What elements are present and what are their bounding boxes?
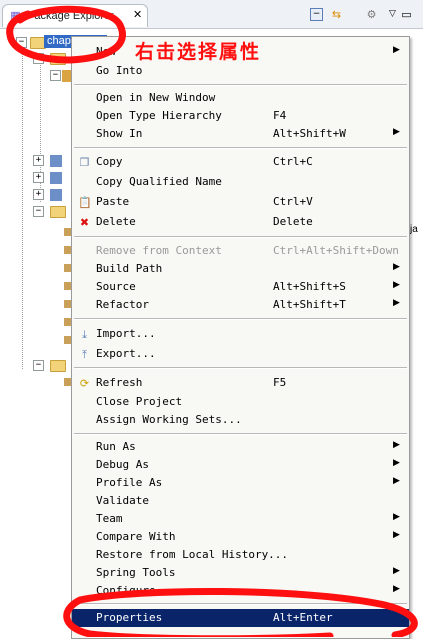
submenu-arrow-icon: ▶ — [393, 127, 400, 137]
menu-separator — [74, 603, 407, 605]
submenu-arrow-icon: ▶ — [393, 298, 400, 308]
library-icon — [50, 172, 62, 184]
menu-item-remove-from-context: Remove from Context Ctrl+Alt+Shift+Down — [96, 244, 399, 257]
menu-item-import[interactable]: ⤓ Import... — [72, 325, 409, 343]
menu-item-paste[interactable]: 📋 Paste Ctrl+V — [72, 193, 409, 211]
submenu-arrow-icon: ▶ — [393, 440, 400, 450]
submenu-arrow-icon: ▶ — [393, 262, 400, 272]
close-tab-icon[interactable]: ✕ — [133, 8, 142, 21]
partial-editor-text: ja — [410, 224, 418, 235]
link-with-editor-icon[interactable]: ⇆ — [330, 8, 343, 21]
menu-item-build-path[interactable]: Build Path ▶ — [72, 260, 409, 278]
tree-expander[interactable]: − — [33, 206, 44, 217]
submenu-arrow-icon: ▶ — [393, 45, 400, 55]
menu-item-validate[interactable]: Validate — [72, 492, 409, 510]
view-menu-icon[interactable]: ⚙ — [365, 8, 378, 21]
minimize-icon[interactable]: ▭ — [400, 8, 413, 21]
menu-separator — [74, 84, 407, 86]
tree-expander[interactable]: − — [33, 53, 44, 64]
menu-item-export[interactable]: ⤒ Export... — [72, 345, 409, 363]
menu-item-copy-qualified-name[interactable]: Copy Qualified Name — [72, 173, 409, 191]
library-icon — [50, 155, 62, 167]
export-icon: ⤒ — [82, 348, 87, 361]
menu-item-show-in[interactable]: Show In Alt+Shift+W ▶ — [72, 125, 409, 143]
package-explorer-tab[interactable]: ▦ Package Explorer ✕ — [2, 4, 148, 27]
submenu-arrow-icon: ▶ — [393, 530, 400, 540]
import-icon: ⤓ — [82, 328, 87, 341]
annotation-text: 右击选择属性 — [135, 41, 262, 63]
paste-icon: 📋 — [78, 196, 92, 209]
tree-expander[interactable]: + — [33, 189, 44, 200]
menu-item-copy[interactable]: ❐ Copy Ctrl+C — [72, 153, 409, 171]
menu-item-close-project[interactable]: Close Project — [72, 393, 409, 411]
collapse-all-icon[interactable]: − — [310, 8, 323, 21]
tree-expander[interactable]: − — [50, 70, 61, 81]
library-icon — [50, 189, 62, 201]
folder-icon — [50, 206, 66, 218]
source-folder-icon — [50, 53, 66, 65]
menu-item-restore-from-local-history[interactable]: Restore from Local History... — [72, 546, 409, 564]
view-tab-bar: ▦ Package Explorer ✕ − ⇆ ⚙ ▽ ▭ — [0, 0, 423, 29]
menu-separator — [74, 433, 407, 435]
tree-expander[interactable]: + — [33, 155, 44, 166]
tree-expander[interactable]: − — [33, 360, 44, 371]
menu-item-open-in-new-window[interactable]: Open in New Window — [72, 89, 409, 107]
package-explorer-icon: ▦ — [10, 9, 21, 22]
menu-item-spring-tools[interactable]: Spring Tools ▶ — [72, 564, 409, 582]
submenu-arrow-icon: ▶ — [393, 512, 400, 522]
chevron-down-icon[interactable]: ▽ — [386, 8, 399, 21]
menu-item-compare-with[interactable]: Compare With ▶ — [72, 528, 409, 546]
menu-separator — [74, 318, 407, 320]
menu-separator — [74, 367, 407, 369]
delete-icon: ✖ — [79, 216, 90, 229]
submenu-arrow-icon: ▶ — [393, 566, 400, 576]
menu-separator — [74, 147, 407, 149]
menu-item-delete[interactable]: ✖ Delete Delete — [72, 213, 409, 231]
menu-item-properties[interactable]: Properties Alt+Enter — [72, 609, 409, 627]
menu-item-assign-working-sets[interactable]: Assign Working Sets... — [72, 411, 409, 429]
menu-item-configure[interactable]: Configure ▶ — [72, 582, 409, 600]
submenu-arrow-icon: ▶ — [393, 280, 400, 290]
menu-item-go-into[interactable]: Go Into — [72, 62, 409, 80]
submenu-arrow-icon: ▶ — [393, 584, 400, 594]
menu-item-source[interactable]: Source Alt+Shift+S ▶ — [72, 278, 409, 296]
refresh-icon: ⟳ — [79, 377, 90, 390]
menu-item-refresh[interactable]: ⟳ Refresh F5 — [72, 374, 409, 392]
menu-item-run-as[interactable]: Run As ▶ — [72, 438, 409, 456]
menu-separator — [74, 236, 407, 238]
submenu-arrow-icon: ▶ — [393, 458, 400, 468]
context-menu: New ▶ Go Into Open in New Window Open Typ… — [71, 36, 410, 639]
submenu-arrow-icon: ▶ — [393, 476, 400, 486]
menu-item-open-type-hierarchy[interactable]: Open Type Hierarchy F4 — [72, 107, 409, 125]
folder-icon — [50, 360, 66, 372]
menu-item-profile-as[interactable]: Profile As ▶ — [72, 474, 409, 492]
menu-item-team[interactable]: Team ▶ — [72, 510, 409, 528]
menu-item-debug-as[interactable]: Debug As ▶ — [72, 456, 409, 474]
menu-item-refactor[interactable]: Refactor Alt+Shift+T ▶ — [72, 296, 409, 314]
tree-guide-line — [22, 49, 23, 369]
tree-expander[interactable]: − — [16, 37, 27, 48]
tree-expander[interactable]: + — [33, 172, 44, 183]
tab-title: Package Explorer — [27, 10, 114, 22]
copy-icon: ❐ — [79, 156, 90, 169]
